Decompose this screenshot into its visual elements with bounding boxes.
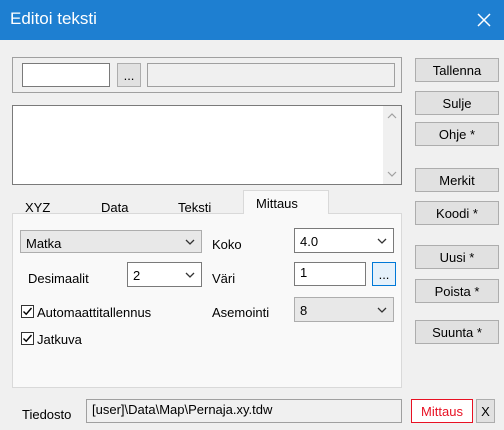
vari-browse-button[interactable]: ... [372,262,396,286]
jatkuva-checkbox[interactable] [21,332,34,345]
koodi-button[interactable]: Koodi * [415,201,499,225]
tallenna-button[interactable]: Tallenna [415,58,499,82]
poista-button[interactable]: Poista * [415,279,499,303]
measurement-type-select[interactable]: Matka [20,230,202,253]
text-editor[interactable] [12,105,402,185]
chevron-down-icon [377,238,387,244]
koko-value: 4.0 [300,234,319,249]
chevron-down-icon [185,239,195,245]
desimaalit-select[interactable]: 2 [127,262,202,287]
footer-close-button[interactable]: X [476,399,495,423]
text-browse-button[interactable]: ... [117,63,141,87]
uusi-button[interactable]: Uusi * [415,245,499,269]
measurement-type-value: Matka [26,236,62,251]
checkmark-icon [23,334,33,343]
asemointi-value: 8 [300,303,308,318]
desimaalit-value: 2 [133,268,141,283]
text-field[interactable] [22,63,110,87]
vari-label: Väri [212,271,236,286]
scroll-down-icon[interactable] [387,171,397,177]
file-label: Tiedosto [22,407,72,422]
chevron-down-icon [377,307,387,313]
mode-button[interactable]: Mittaus [411,399,473,423]
vari-field[interactable]: 1 [294,262,366,286]
merkit-button[interactable]: Merkit [415,168,499,192]
asemointi-label: Asemointi [212,305,270,320]
file-path-field: [user]\Data\Map\Pernaja.xy.tdw [86,399,402,423]
ohje-button[interactable]: Ohje * [415,122,499,146]
koko-label: Koko [212,237,242,252]
chevron-down-icon [185,272,195,278]
title-bar: Editoi teksti [0,0,504,40]
asemointi-select[interactable]: 8 [294,297,394,322]
window-client: ... XYZ Data Teksti Mittaus Matka Koko 4… [0,40,504,430]
scroll-up-icon[interactable] [387,113,397,119]
suunta-button[interactable]: Suunta * [415,320,499,344]
tab-mittaus-label: Mittaus [256,196,298,211]
window-title: Editoi teksti [10,9,97,28]
desimaalit-label: Desimaalit [28,271,89,286]
jatkuva-label[interactable]: Jatkuva [37,332,82,347]
koko-select[interactable]: 4.0 [294,228,394,253]
checkmark-icon [23,307,33,316]
editor-scrollbar[interactable] [383,106,401,184]
readonly-field [147,63,395,87]
auto-save-checkbox[interactable] [21,305,34,318]
close-icon [477,13,491,27]
tab-mittaus[interactable]: Mittaus [243,190,329,214]
sulje-button[interactable]: Sulje [415,91,499,115]
auto-save-label[interactable]: Automaattitallennus [37,305,151,320]
close-button[interactable] [464,0,504,40]
